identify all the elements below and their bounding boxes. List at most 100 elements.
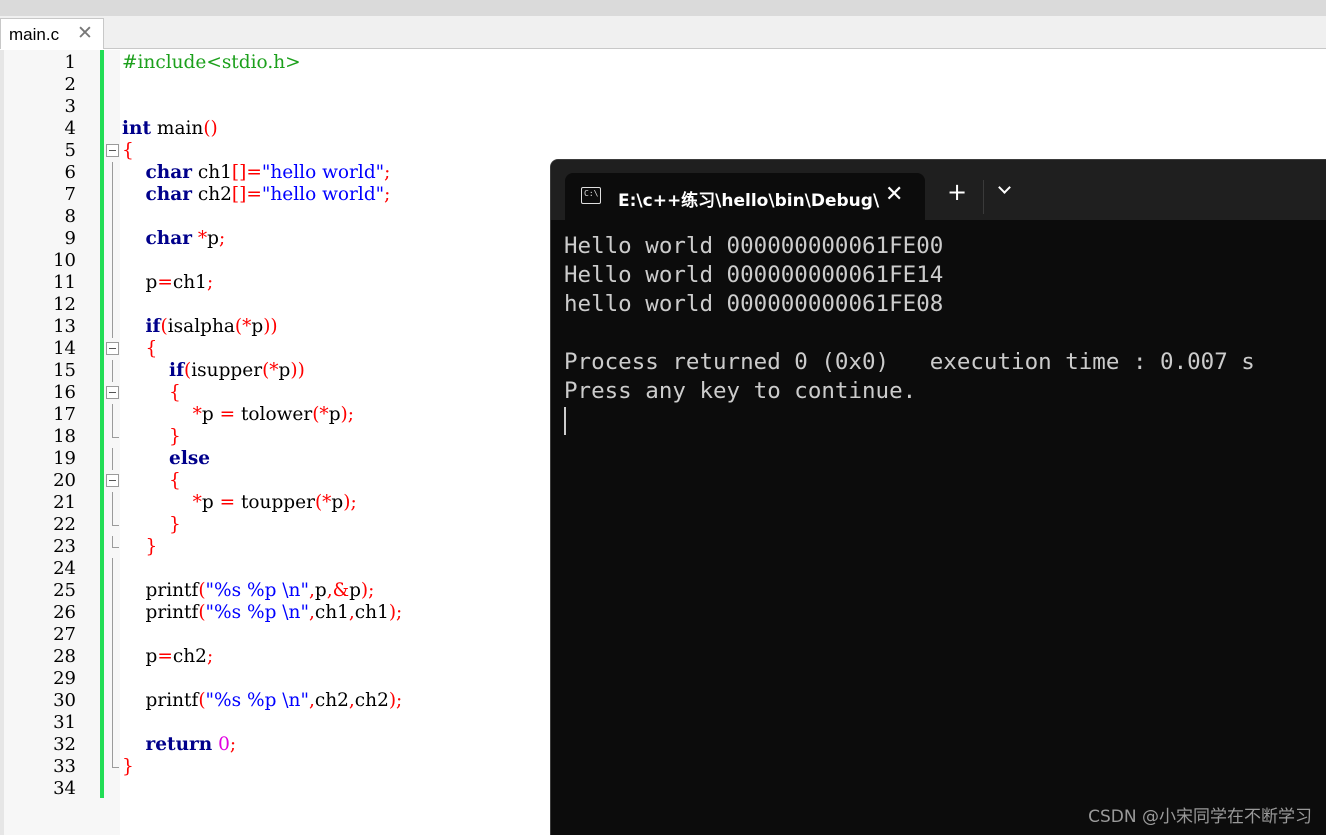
- line-number: 31: [53, 712, 76, 733]
- fold-guide: [112, 184, 113, 206]
- code-line[interactable]: [122, 206, 552, 228]
- fold-collapse-icon[interactable]: [106, 144, 119, 157]
- code-token: #include<stdio.h>: [122, 52, 301, 73]
- line-number: 20: [53, 470, 76, 491]
- editor-tab-bar: main.c ✕: [0, 16, 1326, 49]
- terminal-window[interactable]: C:\ E:\c++练习\hello\bin\Debug\ ✕ + Hello …: [550, 159, 1326, 835]
- close-icon[interactable]: ✕: [77, 22, 93, 44]
- code-token: "%s %p \n": [205, 602, 309, 623]
- line-number: 34: [53, 778, 76, 799]
- code-token: (: [198, 602, 206, 623]
- line-number: 17: [53, 404, 76, 425]
- line-number: 24: [53, 558, 76, 579]
- terminal-tab[interactable]: C:\ E:\c++练习\hello\bin\Debug\ ✕: [565, 173, 925, 220]
- line-numbers: 1 2 3 4 5 6 7 8 9 10 11 12 13 14 15 16 17 18 19 20 21 22 23 24 2…: [8, 52, 76, 800]
- code-line[interactable]: int main(): [122, 118, 552, 140]
- code-token: p: [314, 580, 327, 601]
- code-token: ;: [229, 734, 237, 755]
- code-line[interactable]: printf("%s %p \n",ch2,ch2);: [122, 690, 552, 712]
- code-line[interactable]: else: [122, 448, 552, 470]
- code-line[interactable]: [122, 778, 552, 800]
- line-number: 23: [53, 536, 76, 557]
- code-line[interactable]: }: [122, 756, 552, 778]
- chevron-down-icon[interactable]: [997, 182, 1013, 198]
- code-line[interactable]: printf("%s %p \n",p,&p);: [122, 580, 552, 602]
- code-line[interactable]: p=ch1;: [122, 272, 552, 294]
- code-token: p: [122, 646, 158, 667]
- code-line[interactable]: if(isupper(*p)): [122, 360, 552, 382]
- code-line[interactable]: if(isalpha(*p)): [122, 316, 552, 338]
- code-line[interactable]: return 0;: [122, 734, 552, 756]
- code-area[interactable]: #include<stdio.h> int main(){ char ch1[]=…: [122, 52, 552, 800]
- new-tab-button[interactable]: +: [947, 180, 967, 204]
- code-line[interactable]: {: [122, 140, 552, 162]
- line-number: 30: [53, 690, 76, 711]
- code-line[interactable]: [122, 250, 552, 272]
- code-line[interactable]: {: [122, 382, 552, 404]
- fold-row: [104, 96, 120, 118]
- fold-row: [104, 668, 120, 690]
- code-line[interactable]: [122, 624, 552, 646]
- code-token: ch1: [172, 272, 207, 293]
- code-line[interactable]: *p = tolower(*p);: [122, 404, 552, 426]
- code-line[interactable]: [122, 668, 552, 690]
- fold-row: [104, 492, 120, 514]
- code-line[interactable]: [122, 74, 552, 96]
- fold-end-marker: [112, 514, 119, 526]
- fold-collapse-icon[interactable]: [106, 386, 119, 399]
- fold-row: [104, 514, 120, 536]
- code-line[interactable]: {: [122, 470, 552, 492]
- fold-collapse-icon[interactable]: [106, 474, 119, 487]
- fold-guide: [112, 734, 113, 756]
- code-token: ;: [206, 272, 214, 293]
- code-token: (*: [262, 360, 279, 381]
- code-token: {: [145, 338, 158, 359]
- fold-row: [104, 184, 120, 206]
- code-token: "%s %p \n": [205, 690, 309, 711]
- code-line[interactable]: }: [122, 536, 552, 558]
- code-line[interactable]: }: [122, 426, 552, 448]
- code-token: printf: [122, 580, 199, 601]
- fold-row: [104, 448, 120, 470]
- code-line[interactable]: p=ch2;: [122, 646, 552, 668]
- fold-collapse-icon[interactable]: [106, 342, 119, 355]
- code-token: )): [263, 316, 278, 337]
- fold-guide: [112, 294, 113, 316]
- code-line[interactable]: [122, 558, 552, 580]
- code-token: ch2: [314, 690, 349, 711]
- code-line[interactable]: char ch2[]="hello world";: [122, 184, 552, 206]
- code-line[interactable]: [122, 96, 552, 118]
- code-token: p: [331, 492, 344, 513]
- code-line[interactable]: }: [122, 514, 552, 536]
- close-icon[interactable]: ✕: [885, 182, 903, 207]
- code-token: ;: [206, 646, 214, 667]
- code-line[interactable]: {: [122, 338, 552, 360]
- code-line[interactable]: char *p;: [122, 228, 552, 250]
- terminal-line: Hello world 000000000061FE14: [564, 262, 944, 288]
- fold-guide: [112, 624, 113, 646]
- code-line[interactable]: #include<stdio.h>: [122, 52, 552, 74]
- fold-guide: [112, 448, 113, 470]
- fold-row: [104, 624, 120, 646]
- code-line[interactable]: [122, 294, 552, 316]
- code-line[interactable]: [122, 712, 552, 734]
- fold-row: [104, 756, 120, 778]
- code-token: (: [198, 690, 206, 711]
- fold-guide: [112, 228, 113, 250]
- code-line[interactable]: *p = toupper(*p);: [122, 492, 552, 514]
- code-token: {: [169, 470, 181, 491]
- fold-guide: [112, 404, 113, 426]
- code-line[interactable]: printf("%s %p \n",ch1,ch1);: [122, 602, 552, 624]
- fold-guide: [112, 206, 113, 228]
- code-line[interactable]: char ch1[]="hello world";: [122, 162, 552, 184]
- fold-row: [104, 470, 120, 492]
- code-token: p: [207, 228, 219, 249]
- code-token: ch1: [354, 602, 389, 623]
- line-number: 15: [53, 360, 76, 381]
- tab-main-c[interactable]: main.c ✕: [0, 18, 104, 49]
- code-token: (*: [314, 492, 332, 513]
